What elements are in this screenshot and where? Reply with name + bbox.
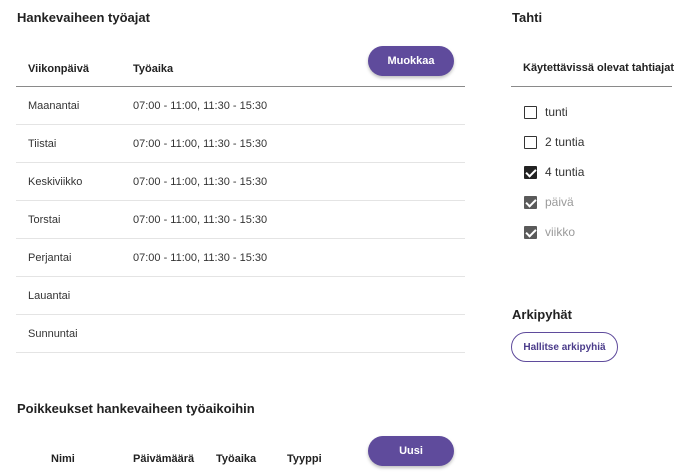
weekday-cell: Torstai — [28, 214, 61, 226]
working-time-cell: 07:00 - 11:00, 11:30 - 15:30 — [133, 176, 268, 188]
table-row: Maanantai 07:00 - 11:00, 11:30 - 15:30 — [16, 87, 465, 125]
column-header-working-time: Työaika — [133, 63, 174, 75]
working-hours-table: Viikonpäivä Työaika Maanantai 07:00 - 11… — [16, 46, 465, 353]
checkbox[interactable] — [524, 105, 537, 119]
checkbox-checked[interactable] — [524, 165, 537, 179]
table-row: Tiistai 07:00 - 11:00, 11:30 - 15:30 — [16, 125, 465, 163]
column-header-type: Tyyppi — [287, 453, 322, 465]
checkbox-checked-disabled — [524, 195, 537, 209]
tahti-subheader: Käytettävissä olevat tahtiajat — [511, 46, 675, 87]
tahti-option-label: 2 tuntia — [545, 135, 585, 149]
tahti-title: Tahti — [512, 10, 543, 25]
tahti-option-label: tunti — [545, 105, 568, 119]
weekday-cell: Sunnuntai — [28, 328, 78, 340]
tahti-option-viikko: viikko — [524, 224, 575, 240]
checkbox-checked-disabled — [524, 225, 537, 239]
working-time-cell: 07:00 - 11:00, 11:30 - 15:30 — [133, 252, 268, 264]
tahti-option-4-tuntia[interactable]: 4 tuntia — [524, 164, 584, 180]
tahti-subheader-label: Käytettävissä olevat tahtiajat — [523, 62, 675, 74]
weekday-cell: Tiistai — [28, 138, 57, 150]
tahti-option-label: 4 tuntia — [545, 165, 585, 179]
working-time-cell: 07:00 - 11:00, 11:30 - 15:30 — [133, 100, 268, 112]
column-header-name: Nimi — [51, 453, 75, 465]
table-row: Perjantai 07:00 - 11:00, 11:30 - 15:30 — [16, 239, 465, 277]
tahti-option-label: päivä — [545, 195, 574, 209]
table-row: Keskiviikko 07:00 - 11:00, 11:30 - 15:30 — [16, 163, 465, 201]
working-time-cell: 07:00 - 11:00, 11:30 - 15:30 — [133, 138, 268, 150]
weekday-cell: Perjantai — [28, 252, 72, 264]
tahti-option-2-tuntia[interactable]: 2 tuntia — [524, 134, 584, 150]
tahti-option-label: viikko — [545, 225, 576, 239]
weekday-cell: Lauantai — [28, 290, 71, 302]
column-header-date: Päivämäärä — [133, 453, 195, 465]
table-row: Sunnuntai — [16, 315, 465, 353]
manage-public-holidays-button[interactable]: Hallitse arkipyhiä — [511, 332, 618, 362]
column-header-working-time: Työaika — [216, 453, 257, 465]
table-row: Torstai 07:00 - 11:00, 11:30 - 15:30 — [16, 201, 465, 239]
column-header-weekday: Viikonpäivä — [28, 63, 89, 75]
checkbox[interactable] — [524, 135, 537, 149]
tahti-option-paiva: päivä — [524, 194, 574, 210]
weekday-cell: Maanantai — [28, 100, 80, 112]
public-holidays-title: Arkipyhät — [512, 307, 572, 322]
table-row: Lauantai — [16, 277, 465, 315]
exceptions-title: Poikkeukset hankevaiheen työaikoihin — [17, 401, 255, 416]
weekday-cell: Keskiviikko — [28, 176, 83, 188]
edit-button[interactable]: Muokkaa — [368, 46, 454, 76]
working-time-cell: 07:00 - 11:00, 11:30 - 15:30 — [133, 214, 268, 226]
new-exception-button[interactable]: Uusi — [368, 436, 454, 466]
tahti-option-tunti[interactable]: tunti — [524, 104, 568, 120]
working-hours-title: Hankevaiheen työajat — [17, 10, 150, 25]
